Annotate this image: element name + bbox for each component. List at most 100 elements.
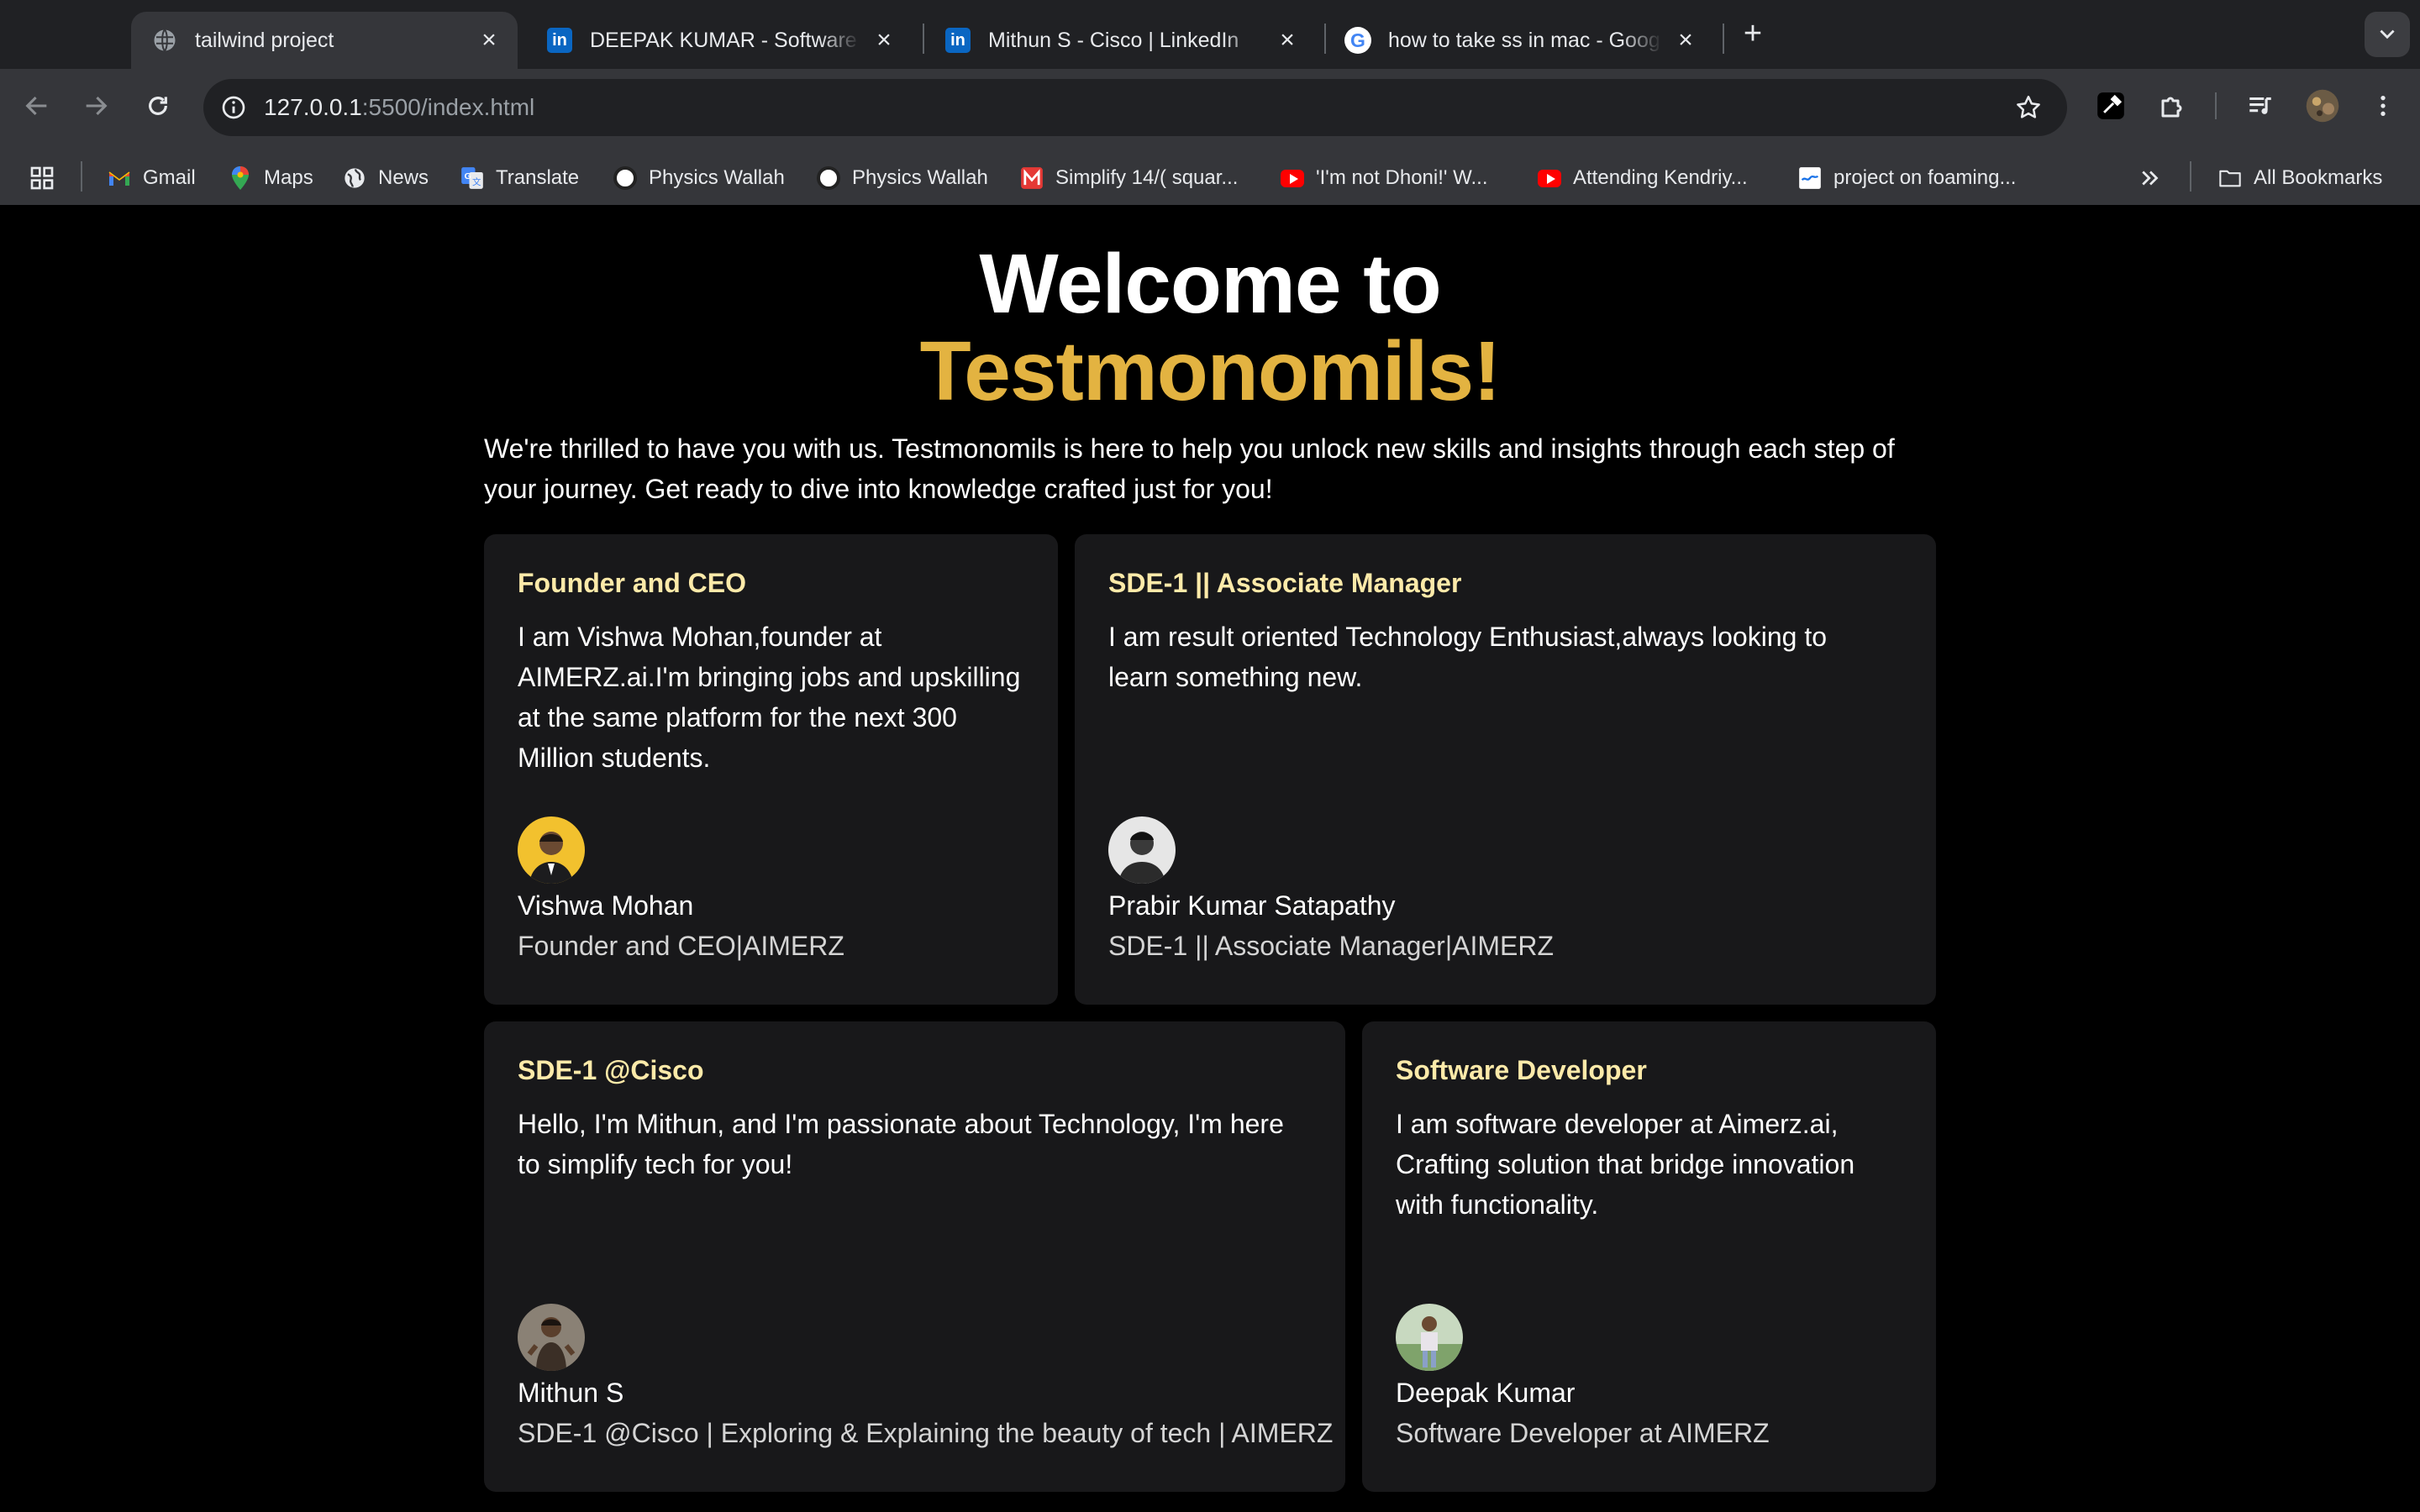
bookmark-kendriya-video[interactable]: Attending Kendriy... bbox=[1538, 161, 1748, 195]
all-bookmarks-button[interactable]: All Bookmarks bbox=[2218, 161, 2382, 195]
youtube-icon bbox=[1538, 166, 1561, 190]
bookmark-label: Simplify 14/( squar... bbox=[1055, 166, 1239, 189]
testimonial-role: Software Developer bbox=[1396, 1055, 1647, 1085]
all-bookmarks-label: All Bookmarks bbox=[2254, 166, 2383, 189]
url-host: 127.0.0.1 bbox=[264, 94, 362, 120]
svg-text:文: 文 bbox=[472, 176, 481, 187]
testimonial-quote: I am result oriented Technology Enthusia… bbox=[1108, 622, 1827, 692]
globe-icon bbox=[343, 166, 366, 190]
page-content: Welcome to Testmonomils! We're thrilled … bbox=[0, 205, 2420, 1512]
youtube-icon bbox=[1281, 166, 1304, 190]
bookmark-physics-wallah[interactable]: Physics Wallah bbox=[613, 161, 785, 195]
media-control-icon[interactable] bbox=[2240, 86, 2281, 126]
avatar bbox=[518, 1304, 585, 1371]
bookmark-news[interactable]: News bbox=[343, 161, 429, 195]
bookmark-star-icon[interactable] bbox=[2008, 87, 2049, 128]
profile-avatar[interactable] bbox=[2302, 86, 2343, 126]
more-menu-icon[interactable] bbox=[2363, 86, 2403, 126]
doc-icon bbox=[1798, 166, 1822, 190]
avatar bbox=[1108, 816, 1176, 884]
arrow-left-icon bbox=[25, 96, 47, 116]
tab-title: DEEPAK KUMAR - Software Developer bbox=[590, 28, 860, 52]
bookmark-gmail[interactable]: Gmail bbox=[108, 161, 196, 195]
testimonial-quote: I am Vishwa Mohan,founder at AIMERZ.ai.I… bbox=[518, 622, 1021, 773]
page-title-line1: Welcome to bbox=[979, 237, 1441, 331]
maps-icon bbox=[229, 166, 252, 190]
extensions-puzzle-icon[interactable] bbox=[2153, 86, 2193, 126]
more-bookmarks-button[interactable] bbox=[2138, 161, 2163, 195]
close-icon[interactable]: × bbox=[476, 26, 502, 54]
tab-tailwind-project[interactable]: tailwind project × bbox=[131, 12, 518, 69]
linkedin-icon: in bbox=[944, 27, 971, 54]
forward-button[interactable] bbox=[76, 86, 116, 126]
testimonial-role: SDE-1 || Associate Manager bbox=[1108, 568, 1462, 598]
close-icon[interactable]: × bbox=[1672, 26, 1699, 54]
back-button[interactable] bbox=[17, 86, 57, 126]
toolbar-separator bbox=[2215, 92, 2217, 119]
bookmark-label: Physics Wallah bbox=[649, 166, 785, 189]
bookmark-label: Attending Kendriy... bbox=[1573, 166, 1748, 189]
tab-deepak-kumar[interactable]: in DEEPAK KUMAR - Software Developer × bbox=[526, 12, 913, 69]
testimonial-name: Mithun S bbox=[518, 1378, 624, 1408]
testimonial-card: Software Developer I am software develop… bbox=[1362, 1021, 1936, 1492]
bookmark-label: Maps bbox=[264, 166, 313, 189]
testimonial-subtitle: Software Developer at AIMERZ bbox=[1396, 1418, 1770, 1448]
tab-title: Mithun S - Cisco | LinkedIn bbox=[988, 28, 1239, 52]
globe-icon bbox=[151, 27, 178, 54]
bookmark-label: Physics Wallah bbox=[852, 166, 988, 189]
testimonial-subtitle: SDE-1 @Cisco | Exploring & Explaining th… bbox=[518, 1418, 1334, 1448]
bookmark-simplify[interactable]: Simplify 14/( squar... bbox=[1020, 161, 1238, 195]
chevron-down-icon bbox=[2380, 29, 2395, 39]
bookmark-label: project on foaming... bbox=[1833, 166, 2017, 189]
google-icon: G bbox=[1344, 27, 1371, 54]
testimonial-name: Prabir Kumar Satapathy bbox=[1108, 890, 1396, 921]
tab-title: how to take ss in mac - Google Search bbox=[1388, 28, 1662, 52]
tab-google-search[interactable]: G how to take ss in mac - Google Search … bbox=[1324, 12, 1714, 69]
bookmarks-separator bbox=[2190, 161, 2191, 192]
testimonial-role: SDE-1 @Cisco bbox=[518, 1055, 704, 1085]
address-bar[interactable]: 127.0.0.1:5500/index.html bbox=[203, 79, 2067, 136]
avatar bbox=[518, 816, 585, 884]
reload-button[interactable] bbox=[138, 86, 178, 126]
physics-wallah-icon bbox=[613, 166, 637, 190]
arrow-right-icon bbox=[86, 96, 108, 116]
linkedin-icon: in bbox=[546, 27, 573, 54]
apps-grid-icon[interactable] bbox=[29, 161, 55, 195]
site-info-icon[interactable] bbox=[213, 87, 254, 128]
tab-search-button[interactable] bbox=[2365, 12, 2410, 57]
url-text[interactable]: 127.0.0.1:5500/index.html bbox=[264, 94, 534, 121]
translate-icon: G文 bbox=[460, 166, 484, 190]
bookmarks-separator bbox=[81, 161, 82, 192]
page-title-line2: Testmonomils! bbox=[919, 324, 1502, 418]
testimonial-card: SDE-1 || Associate Manager I am result o… bbox=[1075, 534, 1936, 1005]
bookmark-label: News bbox=[378, 166, 429, 189]
tab-separator bbox=[1723, 24, 1724, 54]
bookmark-label: Translate bbox=[496, 166, 580, 189]
tab-mithun-s[interactable]: in Mithun S - Cisco | LinkedIn × bbox=[924, 12, 1316, 69]
browser-chrome: tailwind project × in DEEPAK KUMAR - Sof… bbox=[0, 0, 2420, 205]
bookmark-label: Gmail bbox=[143, 166, 196, 189]
tab-title: tailwind project bbox=[195, 28, 334, 52]
bookmark-dhoni-video[interactable]: 'I'm not Dhoni!' W... bbox=[1281, 161, 1487, 195]
testimonial-subtitle: Founder and CEO|AIMERZ bbox=[518, 931, 844, 961]
avatar bbox=[1396, 1304, 1463, 1371]
testimonial-subtitle: SDE-1 || Associate Manager|AIMERZ bbox=[1108, 931, 1555, 961]
eyedropper-extension-icon[interactable] bbox=[2091, 86, 2131, 126]
testimonial-card: SDE-1 @Cisco Hello, I'm Mithun, and I'm … bbox=[484, 1021, 1345, 1492]
bookmark-physics-wallah-2[interactable]: Physics Wallah bbox=[817, 161, 988, 195]
bookmark-translate[interactable]: G文 Translate bbox=[460, 161, 579, 195]
intro-paragraph: We're thrilled to have you with us. Test… bbox=[484, 433, 1895, 504]
new-tab-button[interactable]: + bbox=[1736, 15, 1770, 52]
testimonial-name: Vishwa Mohan bbox=[518, 890, 694, 921]
bookmark-foaming-project[interactable]: project on foaming... bbox=[1798, 161, 2016, 195]
bookmark-label: 'I'm not Dhoni!' W... bbox=[1316, 166, 1488, 189]
double-chevron-right-icon bbox=[2142, 171, 2159, 186]
close-icon[interactable]: × bbox=[871, 26, 897, 54]
url-path: :5500/index.html bbox=[361, 94, 535, 120]
testimonial-quote: Hello, I'm Mithun, and I'm passionate ab… bbox=[518, 1109, 1284, 1179]
svg-text:G: G bbox=[465, 171, 471, 181]
close-icon[interactable]: × bbox=[1274, 26, 1301, 54]
bookmark-maps[interactable]: Maps bbox=[229, 161, 313, 195]
folder-icon bbox=[2218, 166, 2242, 190]
reload-icon bbox=[149, 97, 167, 115]
